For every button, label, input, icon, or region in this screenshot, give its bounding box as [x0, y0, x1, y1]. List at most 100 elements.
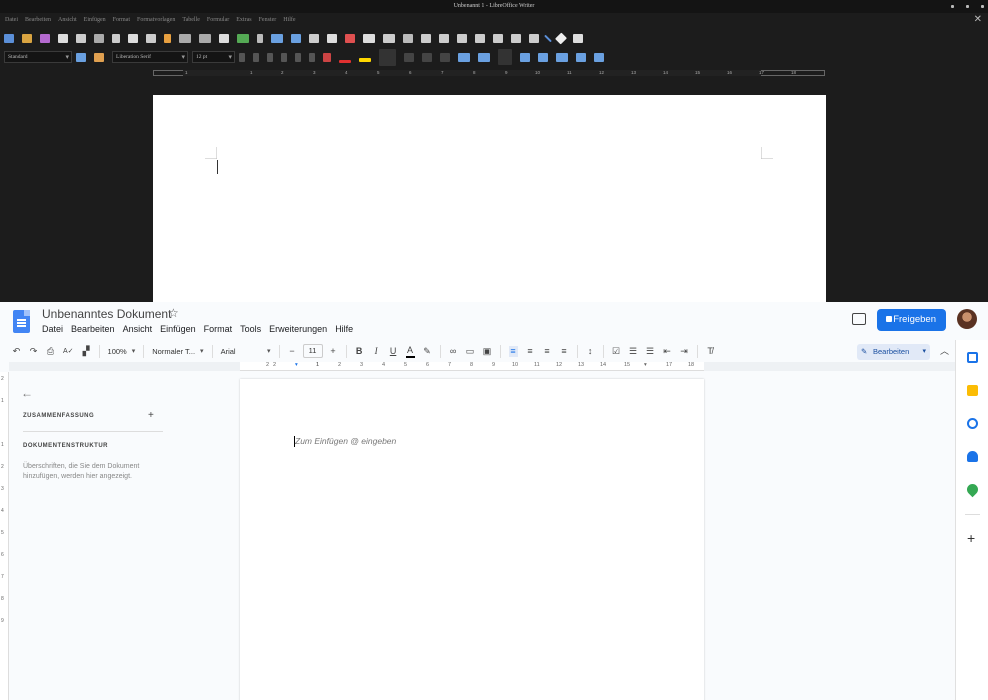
decrease-spacing-icon[interactable]	[594, 52, 604, 62]
align-left-icon[interactable]: ≡	[508, 345, 518, 357]
new-style-icon[interactable]	[94, 52, 104, 62]
align-center-icon[interactable]	[404, 52, 414, 62]
get-addons-icon[interactable]: +	[967, 530, 975, 546]
lo-menu-formatvorlagen[interactable]: Formatvorlagen	[137, 17, 175, 23]
lo-menu-bearbeiten[interactable]: Bearbeiten	[25, 17, 51, 23]
highlight-color-icon[interactable]	[359, 58, 371, 62]
text-color-icon[interactable]: A	[405, 345, 415, 358]
special-character-icon[interactable]	[383, 33, 395, 43]
contacts-icon[interactable]	[967, 451, 978, 462]
print-preview-icon[interactable]	[94, 33, 104, 43]
collapse-menus-icon[interactable]: ︿	[940, 344, 949, 357]
paste-icon[interactable]	[146, 33, 156, 43]
right-indent-marker-icon[interactable]: ▾	[644, 362, 647, 368]
share-button[interactable]: Freigeben	[877, 309, 946, 331]
line-icon[interactable]	[544, 34, 552, 42]
maximize-icon[interactable]	[966, 5, 969, 8]
lo-horizontal-ruler[interactable]: 1 1 2 3 4 5 6 7 8 9 10 11 12 13 14 15 16…	[0, 68, 988, 78]
menu-format[interactable]: Format	[204, 324, 233, 334]
font-select[interactable]: Arial	[221, 347, 271, 356]
superscript-icon[interactable]	[295, 52, 301, 62]
zoom-select[interactable]: 100%	[108, 347, 136, 356]
font-size-input[interactable]: 11	[302, 344, 323, 358]
document-page[interactable]: Zum Einfügen @ eingeben	[240, 379, 704, 700]
minimize-icon[interactable]	[951, 5, 954, 8]
decrease-indent-icon[interactable]	[538, 52, 548, 62]
redo-icon[interactable]	[199, 33, 211, 43]
increase-indent-icon[interactable]	[520, 52, 530, 62]
spellcheck-icon[interactable]: A✓	[63, 346, 74, 357]
align-left-icon[interactable]	[379, 48, 396, 66]
insert-textbox-icon[interactable]	[327, 33, 337, 43]
clear-formatting-icon[interactable]	[323, 52, 331, 62]
paint-format-icon[interactable]: ▞	[82, 346, 91, 357]
undo-icon[interactable]	[179, 33, 191, 43]
vertical-ruler[interactable]: 2 1 1 2 3 4 5 6 7 8 9	[0, 372, 9, 700]
indent-marker-icon[interactable]: ▾	[295, 362, 298, 368]
lo-menu-datei[interactable]: Datei	[5, 17, 18, 23]
add-summary-icon[interactable]: +	[148, 410, 154, 421]
lo-menu-extras[interactable]: Extras	[236, 17, 251, 23]
justify-icon[interactable]: ≡	[560, 346, 569, 357]
star-icon[interactable]: ☆	[168, 306, 179, 320]
editing-mode-select[interactable]: ✎ Bearbeiten	[857, 344, 930, 360]
close-icon[interactable]: ✕	[974, 14, 982, 25]
tasks-icon[interactable]	[967, 418, 978, 429]
avatar[interactable]	[957, 309, 977, 329]
menu-tools[interactable]: Tools	[240, 324, 261, 334]
horizontal-ruler[interactable]: 2 ▾ 1 2 3 4 5 6 7 8 9 10 11 12 13 14 15 …	[240, 362, 704, 371]
lo-menu-hilfe[interactable]: Hilfe	[283, 17, 295, 23]
paragraph-style-select[interactable]: Standard	[4, 51, 72, 63]
new-document-icon[interactable]	[4, 33, 14, 43]
checklist-icon[interactable]: ☑	[612, 346, 621, 357]
insert-image-icon[interactable]: ▣	[483, 346, 492, 357]
formatting-marks-icon[interactable]	[257, 33, 263, 43]
track-changes-icon[interactable]	[511, 33, 521, 43]
lo-menu-tabelle[interactable]: Tabelle	[182, 17, 200, 23]
lo-menu-ansicht[interactable]: Ansicht	[58, 17, 77, 23]
footnote-icon[interactable]	[421, 33, 431, 43]
redo-icon[interactable]: ↷	[29, 346, 38, 357]
line-spacing-icon[interactable]	[556, 52, 568, 62]
export-pdf-icon[interactable]	[58, 33, 68, 43]
lo-menu-formular[interactable]: Formular	[207, 17, 229, 23]
draw-functions-icon[interactable]	[573, 33, 583, 43]
endnote-icon[interactable]	[439, 33, 449, 43]
align-right-icon[interactable]: ≡	[543, 346, 552, 357]
bold-icon[interactable]: B	[355, 346, 364, 357]
paragraph-spacing-icon[interactable]	[576, 52, 586, 62]
font-name-select[interactable]: Liberation Serif	[112, 51, 188, 63]
find-replace-icon[interactable]	[219, 33, 229, 43]
menu-hilfe[interactable]: Hilfe	[335, 324, 353, 334]
comments-icon[interactable]	[852, 313, 866, 325]
lo-document-page[interactable]	[153, 95, 826, 302]
strikethrough-icon[interactable]	[281, 52, 287, 62]
docs-logo-icon[interactable]	[13, 310, 30, 333]
undo-icon[interactable]: ↶	[12, 346, 21, 357]
line-spacing-icon[interactable]: ↕	[586, 346, 595, 357]
bookmark-icon[interactable]	[457, 33, 467, 43]
insert-chart-icon[interactable]	[309, 33, 319, 43]
decrease-indent-icon[interactable]: ⇤	[663, 346, 672, 357]
font-size-select[interactable]: 12 pt	[192, 51, 235, 63]
menu-erweiterungen[interactable]: Erweiterungen	[269, 324, 327, 334]
lo-menu-einfuegen[interactable]: Einfügen	[84, 17, 106, 23]
decrease-font-size-icon[interactable]: −	[288, 346, 297, 357]
bold-icon[interactable]	[239, 52, 245, 62]
basic-shapes-icon[interactable]	[554, 31, 568, 45]
font-color-icon[interactable]	[339, 59, 351, 63]
bulleted-list-icon[interactable]: ☰	[629, 346, 638, 357]
no-list-icon[interactable]	[498, 49, 512, 65]
subscript-icon[interactable]	[309, 52, 315, 62]
menu-bearbeiten[interactable]: Bearbeiten	[71, 324, 115, 334]
document-title[interactable]: Unbenanntes Dokument	[42, 307, 171, 321]
menu-einfuegen[interactable]: Einfügen	[160, 324, 196, 334]
menu-datei[interactable]: Datei	[42, 324, 63, 334]
print-icon[interactable]	[76, 33, 86, 43]
open-folder-icon[interactable]	[22, 33, 32, 43]
calendar-icon[interactable]	[967, 352, 978, 363]
back-arrow-icon[interactable]: ←	[21, 386, 33, 400]
lo-menu-format[interactable]: Format	[113, 17, 130, 23]
hyperlink-icon[interactable]	[403, 33, 413, 43]
numbered-list-icon[interactable]: ☰	[646, 346, 655, 357]
